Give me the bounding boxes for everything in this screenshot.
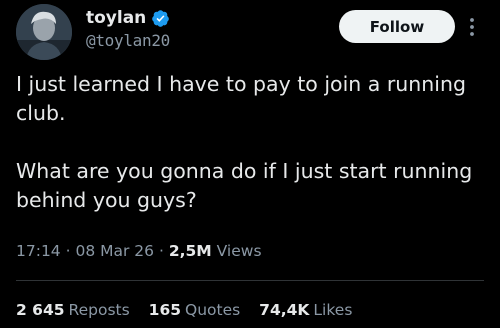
tweet-text: I just learned I have to pay to join a r… xyxy=(16,70,488,215)
more-vertical-icon[interactable] xyxy=(463,14,481,40)
tweet: toylan @toylan20 Follow I just learned I… xyxy=(0,0,500,328)
tweet-time[interactable]: 17:14 xyxy=(16,242,61,260)
likes-stat[interactable]: 74,4K Likes xyxy=(259,301,366,319)
reposts-stat[interactable]: 2 645 Reposts xyxy=(16,301,144,319)
likes-count: 74,4K xyxy=(259,301,310,319)
meta-separator: · xyxy=(158,242,164,260)
likes-label: Likes xyxy=(313,301,353,319)
tweet-meta: 17:14 · 08 Mar 26 · 2,5M Views xyxy=(16,240,262,262)
author-display-name[interactable]: toylan xyxy=(86,7,146,29)
follow-button[interactable]: Follow xyxy=(339,10,455,43)
tweet-paragraph: I just learned I have to pay to join a r… xyxy=(16,72,466,125)
avatar[interactable] xyxy=(16,4,72,60)
tweet-date[interactable]: 08 Mar 26 xyxy=(75,242,154,260)
author-name-row: toylan xyxy=(86,7,170,29)
reposts-count: 2 645 xyxy=(16,301,65,319)
views-label: Views xyxy=(216,242,262,260)
meta-separator: · xyxy=(65,242,71,260)
verified-badge-icon xyxy=(151,9,170,28)
quotes-stat[interactable]: 165 Quotes xyxy=(149,301,255,319)
tweet-paragraph: What are you gonna do if I just start ru… xyxy=(16,159,473,212)
quotes-count: 165 xyxy=(148,301,182,319)
reposts-label: Reposts xyxy=(68,301,130,319)
author-handle[interactable]: @toylan20 xyxy=(86,31,170,51)
engagement-stats: 2 645 Reposts 165 Quotes 74,4K Likes xyxy=(16,299,366,321)
quotes-label: Quotes xyxy=(185,301,241,319)
views-count: 2,5M xyxy=(168,242,212,260)
divider xyxy=(16,280,484,281)
